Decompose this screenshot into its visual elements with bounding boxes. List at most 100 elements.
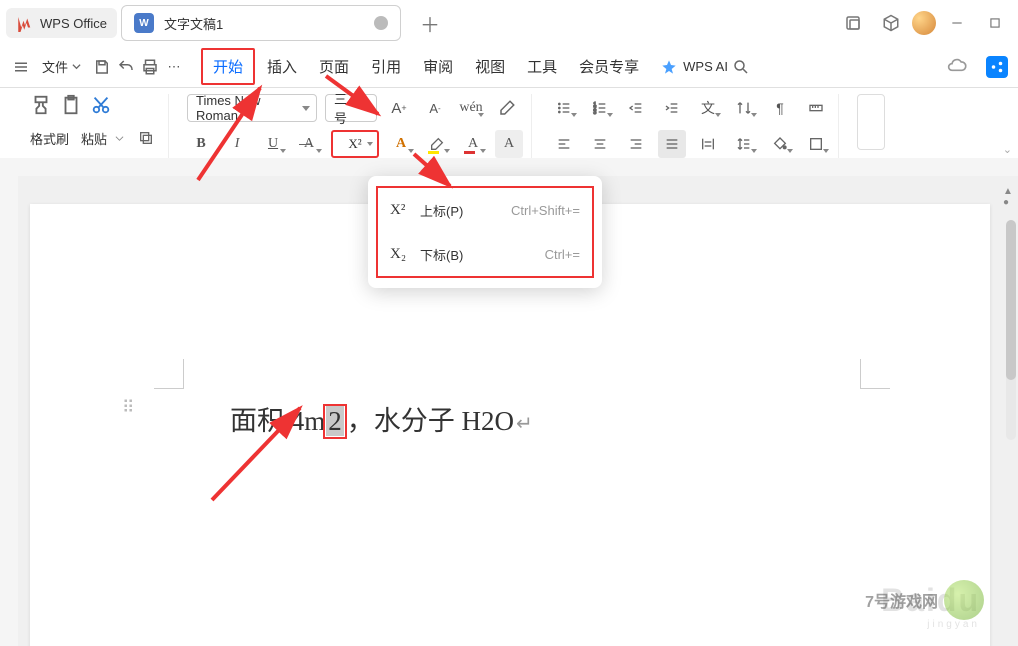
file-menu[interactable]: 文件 [34,53,89,80]
text-effects-button[interactable]: A [387,130,415,158]
subscript-option[interactable]: X₂ 下标(B) Ctrl+= [378,232,592,276]
search-icon[interactable] [730,56,752,78]
tab-stops-button[interactable] [802,94,830,122]
styles-group [849,94,893,158]
text-mid: ，水分子 H2O [347,399,514,438]
style-gallery[interactable] [857,94,885,150]
subscript-glyph-icon: X₂ [390,246,410,263]
align-right-button[interactable] [622,130,650,158]
superscript-dropdown-button[interactable]: X² [331,130,379,158]
numbering-button[interactable]: 123 [586,94,614,122]
tab-tools[interactable]: 工具 [517,50,567,83]
tab-page[interactable]: 页面 [309,50,359,83]
scroll-thumb[interactable] [1006,220,1016,380]
italic-button[interactable]: I [223,130,251,158]
line-spacing-button[interactable] [730,130,758,158]
paste-label: 粘贴 [81,129,107,148]
hamburger-icon[interactable] [10,56,32,78]
align-justify-button[interactable] [658,130,686,158]
tab-vip[interactable]: 会员专享 [569,50,649,83]
align-left-button[interactable] [550,130,578,158]
borders-button[interactable] [802,130,830,158]
app-tab[interactable]: WPS Office [6,8,117,38]
phonetic-guide-button[interactable]: wén [457,94,485,122]
align-right-icon [628,136,644,152]
font-size-value: 三号 [334,89,358,127]
save-icon[interactable] [91,56,113,78]
fill-color-button[interactable] [766,130,794,158]
tab-view[interactable]: 视图 [465,50,515,83]
ai-label: WPS AI [683,59,728,74]
selection-highlight-box: 2 [323,404,347,439]
more-icon[interactable]: ⋯ [163,56,185,78]
sort-button[interactable] [730,94,758,122]
cloud-icon[interactable] [946,56,968,78]
strikethrough-button[interactable]: A [295,130,323,158]
undo-icon[interactable] [115,56,137,78]
bullets-button[interactable] [550,94,578,122]
tab-review[interactable]: 审阅 [413,50,463,83]
share-button[interactable] [986,56,1008,78]
tab-home[interactable]: 开始 [201,48,255,85]
clear-format-button[interactable] [493,94,521,122]
window-tile-icon[interactable] [842,12,864,34]
subscript-label: 下标(B) [420,245,463,264]
selected-character: 2 [326,406,344,436]
line-spacing-icon [736,136,752,152]
vertical-scrollbar[interactable] [1006,220,1016,440]
bold-button[interactable]: B [187,130,215,158]
increase-indent-button[interactable] [658,94,686,122]
ribbon-expand-icon[interactable]: ⌄ [1003,143,1012,156]
shading-button[interactable]: A [495,130,523,158]
grow-font-button[interactable]: A+ [385,94,413,122]
document-tab[interactable]: W 文字文稿1 [121,5,401,41]
font-color-button[interactable]: A [459,130,487,158]
copy-icon [138,130,154,146]
numbering-icon: 123 [592,100,608,116]
underline-button[interactable]: U [259,130,287,158]
tab-insert[interactable]: 插入 [257,50,307,83]
highlight-button[interactable] [423,130,451,158]
align-left-icon [556,136,572,152]
cut-button[interactable] [90,94,112,116]
document-title: 文字文稿1 [164,14,223,33]
drag-handle-icon[interactable]: ⠿ [122,404,136,412]
distribute-button[interactable] [694,130,722,158]
format-painter-button[interactable] [30,94,52,116]
paragraph-group: 123 文 ¶ [542,94,839,158]
maximize-icon[interactable] [984,12,1006,34]
side-pin[interactable]: ▲● [1002,186,1014,208]
superscript-option[interactable]: X² 上标(P) Ctrl+Shift+= [378,188,592,232]
decrease-indent-button[interactable] [622,94,650,122]
chevron-down-icon [115,134,124,143]
scissors-icon [90,94,112,116]
superscript-glyph-icon: X² [390,202,410,219]
font-size-combo[interactable]: 三号 [325,94,377,122]
watermark-small: jingyan [881,619,980,630]
indent-icon [664,100,680,116]
wps-ai-button[interactable]: WPS AI [661,59,728,75]
text-prefix: 面积 4m [230,399,325,438]
eraser-icon [498,99,516,117]
format-painter-icon [30,94,52,116]
minimize-icon[interactable] [946,12,968,34]
text-direction-button[interactable]: 文 [694,94,722,122]
user-avatar[interactable] [912,11,936,35]
new-tab-button[interactable]: ＋ [415,9,445,38]
document-text[interactable]: 面积 4m2，水分子 H2O↵ [230,399,533,439]
package-icon[interactable] [880,12,902,34]
close-tab-icon[interactable] [374,16,388,30]
sort-icon [736,100,752,116]
shrink-font-button[interactable]: A- [421,94,449,122]
copy-button[interactable] [132,124,160,152]
tab-reference[interactable]: 引用 [361,50,411,83]
superscript-label: 上标(P) [420,201,463,220]
font-name-combo[interactable]: Times New Roman [187,94,317,122]
font-group: Times New Roman 三号 A+ A- wén B I U A X² … [179,94,532,158]
show-marks-button[interactable]: ¶ [766,94,794,122]
superscript-glyph: X² [348,136,361,152]
paste-button[interactable] [60,94,82,116]
bullets-icon [556,100,572,116]
align-center-button[interactable] [586,130,614,158]
print-icon[interactable] [139,56,161,78]
